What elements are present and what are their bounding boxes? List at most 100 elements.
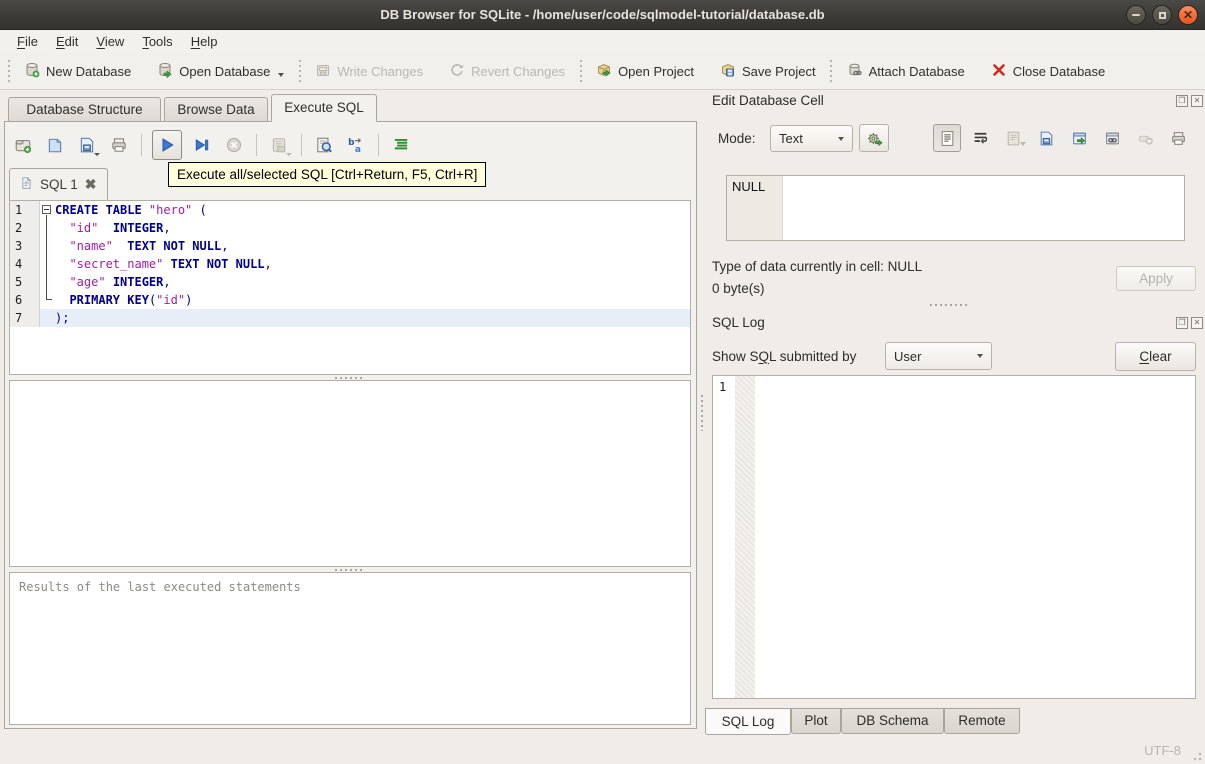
menu-tools[interactable]: Tools: [133, 31, 181, 52]
main-toolbar: New Database Open Database Write Changes…: [0, 53, 1205, 90]
menu-help[interactable]: Help: [182, 31, 227, 52]
mode-combo-caret: [838, 136, 844, 141]
open-project-icon: [596, 62, 612, 81]
execute-sql-panel: ba SQL 1 ✖ 1 CREATE TABLE "hero" (2 "id" …: [4, 121, 697, 729]
float-panel-icon[interactable]: ❐: [1176, 95, 1188, 107]
sql-toolbar: ba: [11, 128, 413, 162]
float-panel-icon[interactable]: ❐: [1176, 317, 1188, 329]
toolbar-separator: [297, 60, 303, 82]
sql-log-view[interactable]: 1: [712, 375, 1196, 699]
attach-database-button[interactable]: Attach Database: [840, 57, 972, 86]
open-database-button[interactable]: Open Database: [150, 57, 291, 86]
results-grid-pane: [9, 380, 691, 567]
close-database-button[interactable]: Close Database: [984, 57, 1113, 86]
bottom-tab-remote[interactable]: Remote: [944, 708, 1020, 734]
external-window-icon: [1072, 132, 1086, 144]
bottom-tab-db-schema[interactable]: DB Schema: [841, 708, 944, 734]
format-sql-button[interactable]: [389, 133, 413, 157]
new-sql-tab-button[interactable]: [11, 133, 35, 157]
text-document-icon: [941, 130, 953, 146]
menu-file[interactable]: File: [8, 31, 47, 52]
new-database-button[interactable]: New Database: [17, 57, 138, 86]
save-project-button[interactable]: Save Project: [713, 57, 823, 86]
minimize-button[interactable]: [1126, 5, 1146, 25]
auto-apply-button[interactable]: [859, 124, 889, 152]
sql-log-title: SQL Log: [712, 315, 765, 330]
maximize-button[interactable]: [1152, 5, 1172, 25]
encoding-indicator: UTF-8: [1144, 743, 1181, 758]
save-as-icon: [1040, 131, 1052, 145]
tab-execute-sql[interactable]: Execute SQL: [271, 94, 377, 122]
sql-editor-tab[interactable]: SQL 1 ✖: [9, 168, 108, 200]
text-mode-button[interactable]: [933, 124, 961, 152]
import-cell-data-button: [999, 124, 1027, 152]
tab-database-structure[interactable]: Database Structure: [8, 97, 161, 122]
sql-tab-label: SQL 1: [40, 177, 78, 192]
menu-view[interactable]: View: [87, 31, 133, 52]
execute-current-line-button[interactable]: [190, 133, 214, 157]
find-button[interactable]: [312, 133, 336, 157]
attach-database-label: Attach Database: [868, 63, 965, 79]
results-message-pane: Results of the last executed statements: [9, 572, 691, 725]
import-file-icon: [1007, 131, 1019, 145]
cell-size-info: 0 byte(s): [712, 281, 765, 296]
tab-browse-data[interactable]: Browse Data: [164, 97, 268, 122]
cell-value-editor[interactable]: NULL: [726, 175, 1185, 241]
execute-tooltip: Execute all/selected SQL [Ctrl+Return, F…: [168, 162, 487, 187]
open-in-external-button[interactable]: [1065, 124, 1093, 152]
close-panel-icon[interactable]: ✕: [1191, 95, 1203, 107]
edit-cell-dock-controls: ❐ ✕: [1176, 95, 1203, 107]
save-project-icon: [720, 62, 736, 81]
save-sql-dropdown-caret[interactable]: [94, 153, 100, 156]
close-sql-tab-icon[interactable]: ✖: [85, 176, 97, 193]
cell-value-text: NULL: [727, 176, 783, 240]
execute-all-button[interactable]: [152, 130, 182, 160]
mode-label: Mode:: [718, 131, 756, 146]
bottom-tab-sql-log[interactable]: SQL Log: [705, 708, 791, 735]
window-controls: ✕: [1126, 5, 1198, 25]
close-database-label: Close Database: [1012, 63, 1106, 79]
find-replace-button[interactable]: ba: [344, 133, 368, 157]
toolbar-drag-handle[interactable]: [6, 60, 11, 82]
resize-grip[interactable]: [1190, 749, 1202, 761]
open-database-icon: [157, 62, 173, 81]
sql-editor[interactable]: 1 CREATE TABLE "hero" (2 "id" INTEGER, 3 "…: [9, 200, 691, 375]
bottom-tab-plot[interactable]: Plot: [791, 708, 841, 734]
log-fold-margin: [735, 376, 755, 698]
revert-changes-label: Revert Changes: [471, 63, 566, 79]
mode-combobox[interactable]: Text: [770, 125, 853, 152]
open-project-button[interactable]: Open Project: [589, 57, 701, 86]
stop-execution-button: [222, 133, 246, 157]
print-cell-button[interactable]: [1164, 124, 1192, 152]
gear-icon: [867, 132, 883, 146]
clear-log-button[interactable]: Clear: [1115, 342, 1196, 371]
edit-cell-title: Edit Database Cell: [712, 93, 824, 108]
word-wrap-icon: [974, 132, 987, 144]
maximize-icon: [1158, 11, 1166, 19]
export-cell-data-button[interactable]: [1032, 124, 1060, 152]
set-null-button: [1131, 124, 1159, 152]
toolbar-drag-handle[interactable]: [828, 60, 834, 82]
open-sql-file-button[interactable]: [43, 133, 67, 157]
print-sql-button[interactable]: [107, 133, 131, 157]
open-database-dropdown-caret[interactable]: [278, 72, 285, 77]
sql-toolbar-separator: [256, 134, 257, 156]
menu-bar: File Edit View Tools Help: [0, 30, 1205, 53]
log-filter-combobox[interactable]: User: [885, 342, 992, 370]
log-filter-label: Show SQL submitted by: [712, 349, 857, 364]
close-button[interactable]: ✕: [1178, 5, 1198, 25]
menu-edit[interactable]: Edit: [47, 31, 87, 52]
save-sql-file-button[interactable]: [75, 133, 100, 157]
revert-changes-button: Revert Changes: [442, 57, 572, 86]
sql-toolbar-separator: [378, 134, 379, 156]
right-panel-splitter[interactable]: [930, 304, 970, 306]
sql-log-dock-controls: ❐ ✕: [1176, 317, 1203, 329]
vertical-splitter[interactable]: [699, 395, 704, 431]
word-wrap-button[interactable]: [966, 124, 994, 152]
copy-link-button[interactable]: [1098, 124, 1126, 152]
close-panel-icon[interactable]: ✕: [1191, 317, 1203, 329]
cell-editor-area[interactable]: [783, 176, 1184, 240]
toolbar-drag-handle[interactable]: [578, 60, 584, 82]
sql-toolbar-separator: [141, 134, 142, 156]
log-content-area: [755, 376, 1195, 698]
